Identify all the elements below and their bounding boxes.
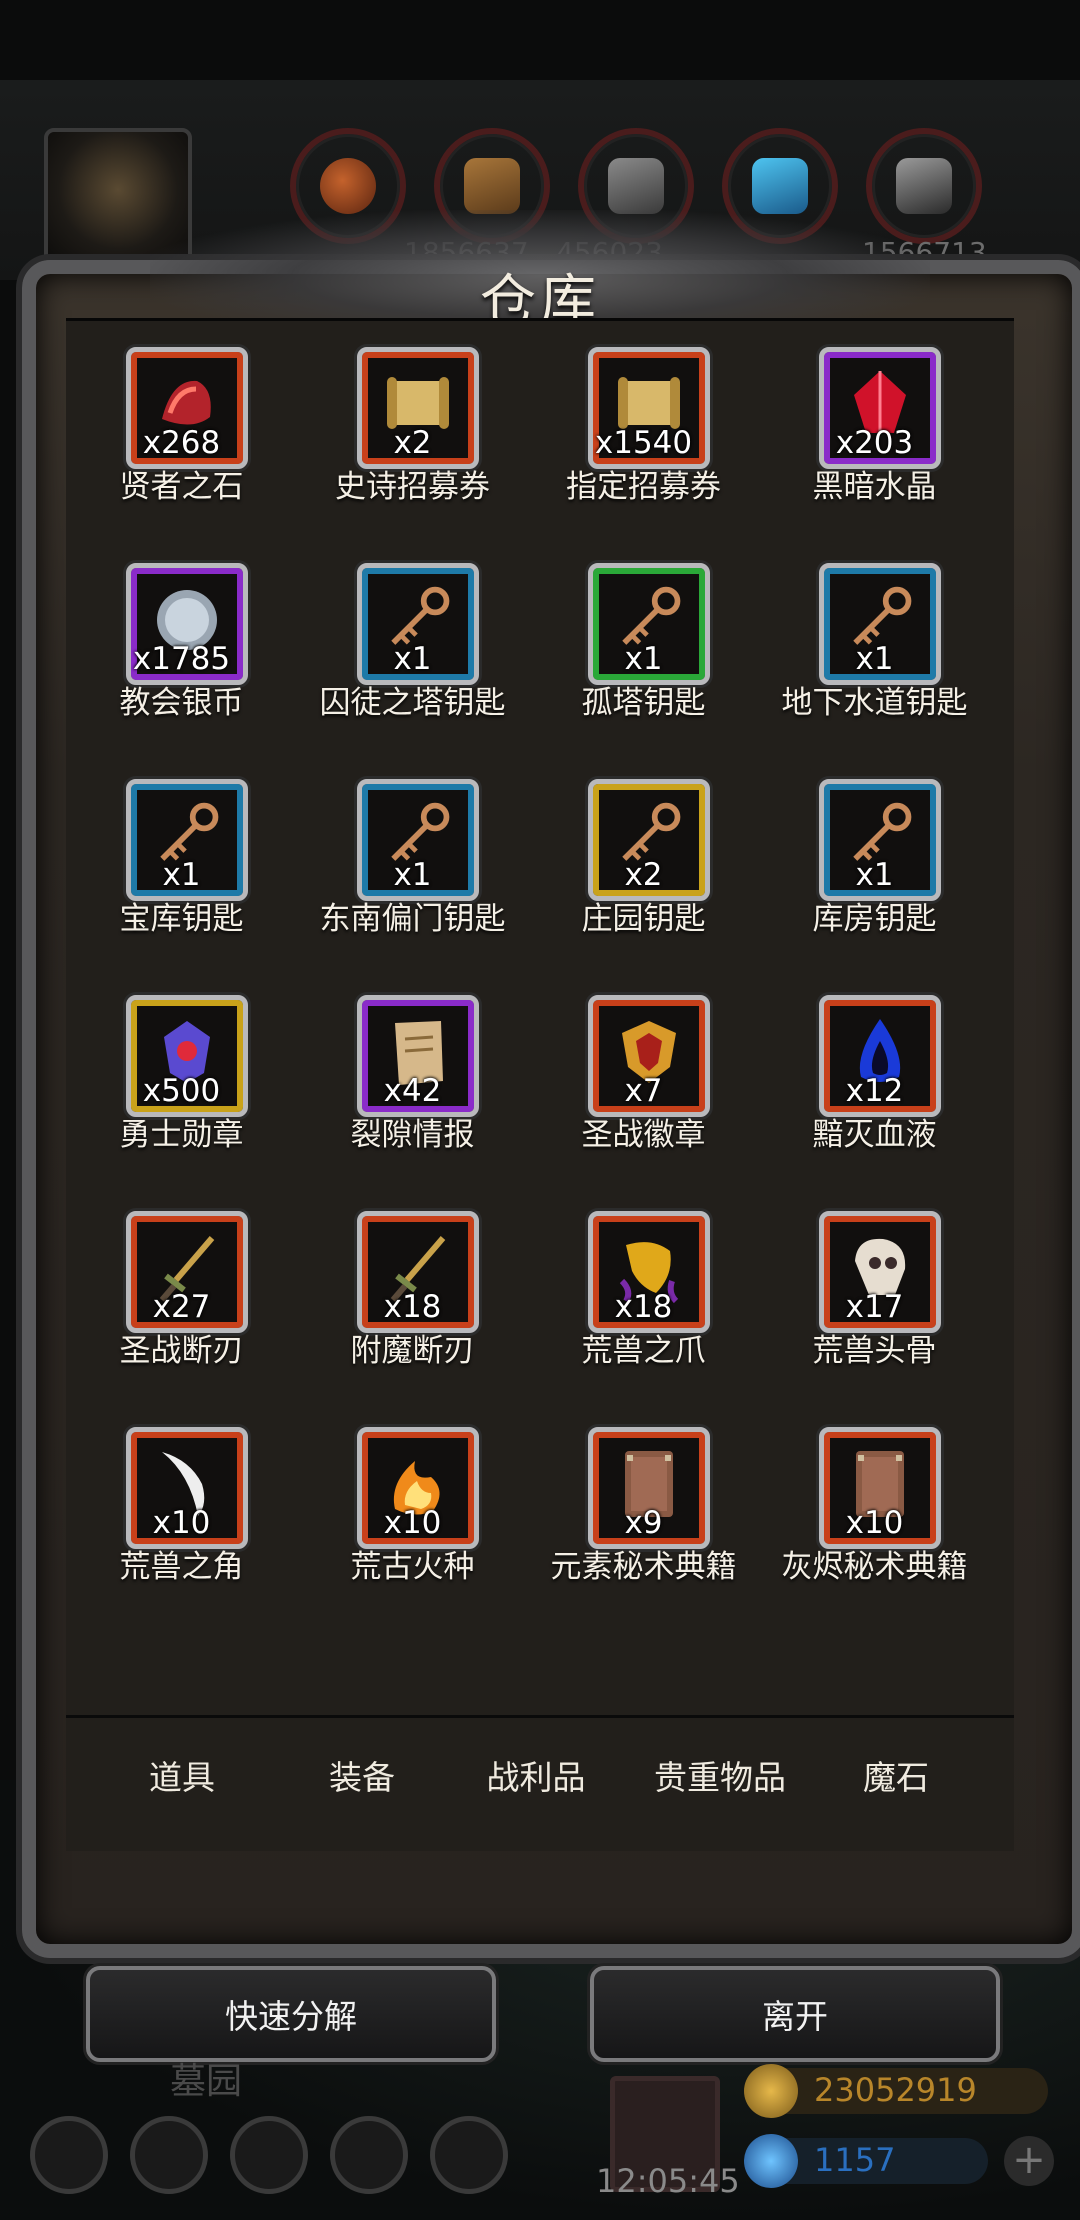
item-name: 庄园钥匙 bbox=[581, 901, 706, 937]
item-manor-key[interactable]: x2 庄园钥匙 bbox=[528, 753, 759, 963]
item-crusade-badge[interactable]: x7 圣战徽章 bbox=[528, 969, 759, 1179]
leave-button[interactable]: 离开 bbox=[590, 1966, 1000, 2062]
gem-icon bbox=[744, 2134, 798, 2188]
item-sewer-key[interactable]: x1 地下水道钥匙 bbox=[759, 537, 990, 747]
quick-decompose-button[interactable]: 快速分解 bbox=[86, 1966, 496, 2062]
tab-valuables[interactable]: 贵重物品 bbox=[630, 1751, 810, 1799]
item-quantity: x12 bbox=[845, 1073, 904, 1109]
location-label: 墓园 bbox=[170, 2061, 243, 2102]
item-quantity: x9 bbox=[624, 1505, 663, 1541]
item-church-silver-coin[interactable]: x1785 教会银币 bbox=[66, 537, 297, 747]
item-quantity: x500 bbox=[142, 1073, 221, 1109]
item-quantity: x2 bbox=[624, 857, 663, 893]
item-enchanted-broken-blade[interactable]: x18 附魔断刃 bbox=[297, 1185, 528, 1395]
tab-loot[interactable]: 战利品 bbox=[446, 1751, 626, 1799]
tab-bar: 道具 装备 战利品 贵重物品 魔石 bbox=[66, 1751, 1014, 1831]
item-ash-tome[interactable]: x10 灰烬秘术典籍 bbox=[759, 1401, 990, 1611]
item-beast-horn[interactable]: x10 荒兽之角 bbox=[66, 1401, 297, 1611]
item-quantity: x1 bbox=[162, 857, 201, 893]
mail-icon[interactable] bbox=[330, 2116, 408, 2194]
item-quantity: x18 bbox=[614, 1289, 673, 1325]
item-dark-crystal[interactable]: x203 黑暗水晶 bbox=[759, 321, 990, 531]
item-quantity: x7 bbox=[624, 1073, 663, 1109]
item-epic-recruit-ticket[interactable]: x2 史诗招募券 bbox=[297, 321, 528, 531]
item-beast-skull[interactable]: x17 荒兽头骨 bbox=[759, 1185, 990, 1395]
item-name: 圣战徽章 bbox=[581, 1117, 706, 1153]
item-quantity: x1 bbox=[393, 857, 432, 893]
item-name: 荒兽之爪 bbox=[581, 1333, 706, 1369]
item-name: 宝库钥匙 bbox=[119, 901, 244, 937]
item-quantity: x1 bbox=[855, 641, 894, 677]
item-name: 地下水道钥匙 bbox=[781, 685, 968, 721]
panel-content: x268 贤者之石 x2 史诗招募券 x1540 指定招募券 x203 黑暗水晶 x1785 教会… bbox=[66, 318, 1014, 1851]
item-name: 史诗招募券 bbox=[335, 469, 490, 505]
item-philosopher-stone[interactable]: x268 贤者之石 bbox=[66, 321, 297, 531]
star-icon[interactable] bbox=[130, 2116, 208, 2194]
item-name: 黯灭血液 bbox=[812, 1117, 937, 1153]
item-name: 东南偏门钥匙 bbox=[319, 901, 506, 937]
item-name: 囚徒之塔钥匙 bbox=[319, 685, 506, 721]
tab-equipment[interactable]: 装备 bbox=[272, 1751, 452, 1799]
item-quantity: x10 bbox=[845, 1505, 904, 1541]
item-quantity: x17 bbox=[845, 1289, 904, 1325]
item-name: 贤者之石 bbox=[119, 469, 244, 505]
item-quantity: x268 bbox=[142, 425, 221, 461]
gold-value: 23052919 bbox=[814, 2071, 977, 2109]
item-name: 元素秘术典籍 bbox=[550, 1549, 737, 1585]
item-quantity: x18 bbox=[383, 1289, 442, 1325]
item-dark-blood[interactable]: x12 黯灭血液 bbox=[759, 969, 990, 1179]
shop-icon[interactable] bbox=[430, 2116, 508, 2194]
item-quantity: x203 bbox=[835, 425, 914, 461]
gem-value: 1157 bbox=[814, 2141, 896, 2179]
item-name: 荒古火种 bbox=[350, 1549, 475, 1585]
item-name: 荒兽头骨 bbox=[812, 1333, 937, 1369]
item-name: 黑暗水晶 bbox=[812, 469, 937, 505]
item-lone-tower-key[interactable]: x1 孤塔钥匙 bbox=[528, 537, 759, 747]
add-currency-button[interactable]: + bbox=[1004, 2136, 1054, 2186]
item-quantity: x10 bbox=[383, 1505, 442, 1541]
item-storeroom-key[interactable]: x1 库房钥匙 bbox=[759, 753, 990, 963]
item-name: 裂隙情报 bbox=[350, 1117, 475, 1153]
item-ancient-ember[interactable]: x10 荒古火种 bbox=[297, 1401, 528, 1611]
settings-icon[interactable] bbox=[30, 2116, 108, 2194]
gold-coin-icon bbox=[744, 2064, 798, 2118]
gem-counter: 1157 bbox=[744, 2134, 988, 2188]
item-southeast-gate-key[interactable]: x1 东南偏门钥匙 bbox=[297, 753, 528, 963]
item-treasury-key[interactable]: x1 宝库钥匙 bbox=[66, 753, 297, 963]
item-warrior-medal[interactable]: x500 勇士勋章 bbox=[66, 969, 297, 1179]
item-name: 孤塔钥匙 bbox=[581, 685, 706, 721]
tab-magic-stones[interactable]: 魔石 bbox=[806, 1751, 986, 1799]
item-quantity: x1 bbox=[855, 857, 894, 893]
item-quantity: x42 bbox=[383, 1073, 442, 1109]
gold-counter: 23052919 bbox=[744, 2064, 1048, 2118]
item-quantity: x1 bbox=[624, 641, 663, 677]
item-quantity: x1540 bbox=[594, 425, 693, 461]
item-quantity: x1 bbox=[393, 641, 432, 677]
item-name: 附魔断刃 bbox=[350, 1333, 475, 1369]
item-prisoner-tower-key[interactable]: x1 囚徒之塔钥匙 bbox=[297, 537, 528, 747]
item-name: 库房钥匙 bbox=[812, 901, 937, 937]
item-quantity: x10 bbox=[152, 1505, 211, 1541]
item-crusade-broken-blade[interactable]: x27 圣战断刃 bbox=[66, 1185, 297, 1395]
item-quantity: x2 bbox=[393, 425, 432, 461]
hero-icon[interactable] bbox=[230, 2116, 308, 2194]
item-name: 荒兽之角 bbox=[119, 1549, 244, 1585]
clock: 12:05:45 bbox=[596, 2162, 740, 2200]
item-name: 指定招募券 bbox=[566, 469, 721, 505]
item-name: 勇士勋章 bbox=[119, 1117, 244, 1153]
tab-items[interactable]: 道具 bbox=[92, 1751, 272, 1799]
item-grid: x268 贤者之石 x2 史诗招募券 x1540 指定招募券 x203 黑暗水晶 x1785 教会… bbox=[66, 321, 1014, 1717]
item-name: 圣战断刃 bbox=[119, 1333, 244, 1369]
tab-divider bbox=[66, 1715, 1014, 1718]
item-beast-claw[interactable]: x18 荒兽之爪 bbox=[528, 1185, 759, 1395]
item-name: 教会银币 bbox=[119, 685, 244, 721]
item-name: 灰烬秘术典籍 bbox=[781, 1549, 968, 1585]
item-designated-recruit-ticket[interactable]: x1540 指定招募券 bbox=[528, 321, 759, 531]
item-elemental-tome[interactable]: x9 元素秘术典籍 bbox=[528, 1401, 759, 1611]
item-rift-intel[interactable]: x42 裂隙情报 bbox=[297, 969, 528, 1179]
item-quantity: x1785 bbox=[132, 641, 231, 677]
item-quantity: x27 bbox=[152, 1289, 211, 1325]
